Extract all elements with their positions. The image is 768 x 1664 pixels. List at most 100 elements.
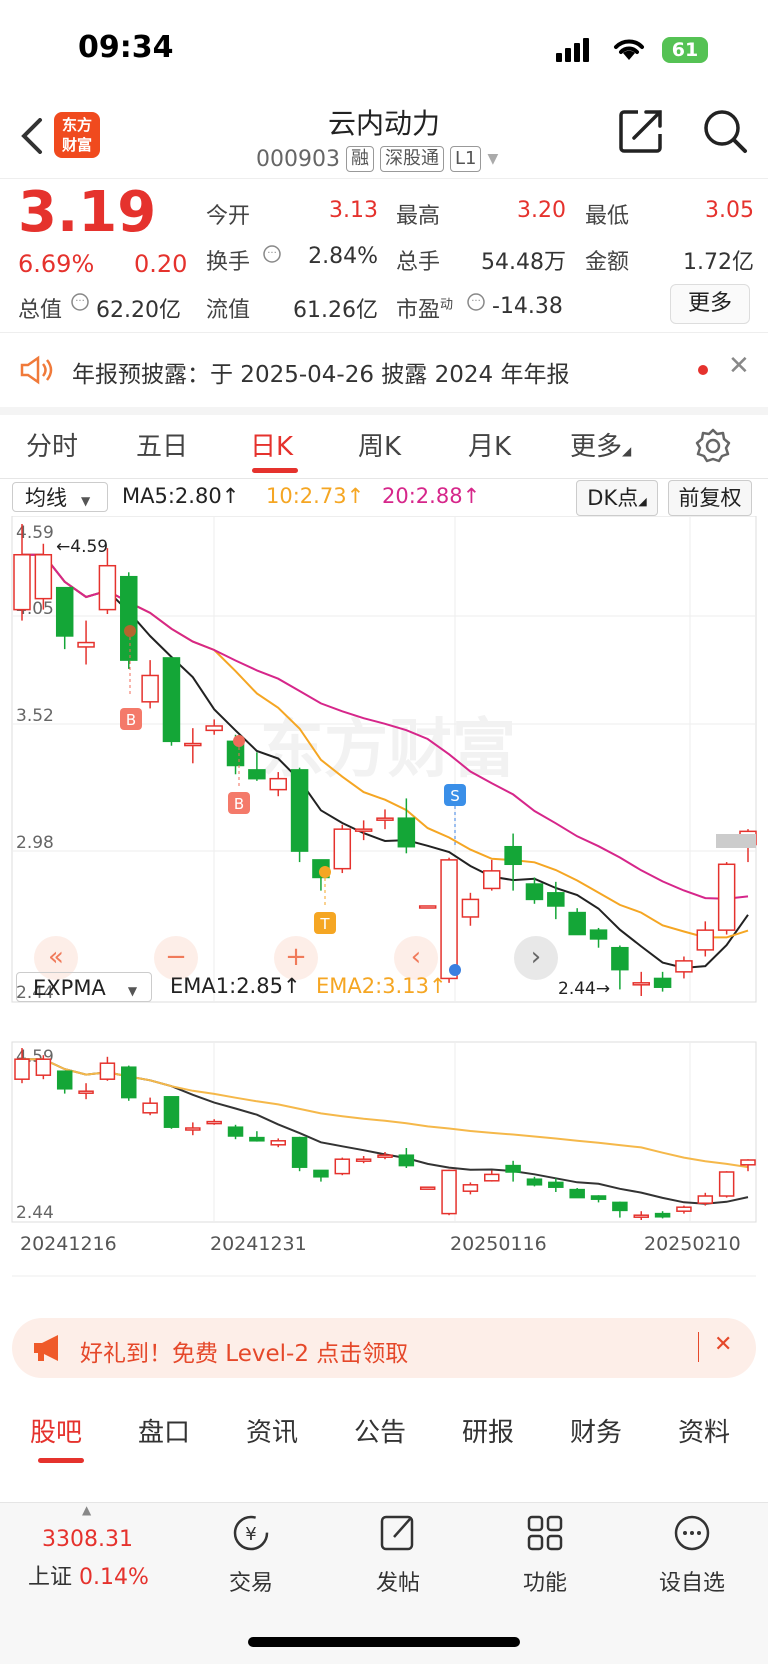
scroll-right-button[interactable]: › [514, 936, 558, 980]
tab-guba[interactable]: 股吧 [30, 1412, 82, 1449]
candle-body [633, 1214, 649, 1218]
sub-y-bottom: 2.44 [16, 1203, 54, 1223]
candle-body [718, 1171, 735, 1197]
info-dots-icon[interactable]: ··· [70, 292, 90, 312]
tab-daily-k[interactable]: 日K [250, 426, 293, 463]
promo-banner[interactable]: 好礼到！免费 Level-2 点击领取 ✕ [12, 1318, 756, 1378]
current-price: 3.19 [18, 180, 157, 245]
nav-watchlist[interactable]: 设自选 [637, 1513, 747, 1597]
svg-text:T: T [319, 915, 330, 933]
tab-weekly-k[interactable]: 周K [358, 426, 401, 463]
candle-body [611, 946, 629, 971]
info-dots-icon[interactable]: ··· [466, 292, 486, 312]
tab-monthly-k[interactable]: 月K [468, 426, 511, 463]
mktcap-label: 总值 [18, 298, 63, 323]
candle-body [525, 883, 544, 901]
candle-body [205, 725, 223, 732]
candle-body [249, 1136, 265, 1142]
candle-body [270, 1140, 286, 1146]
nav-functions[interactable]: 功能 [490, 1513, 600, 1597]
x-date-4: 20250210 [644, 1233, 741, 1255]
close-icon[interactable]: ✕ [714, 1332, 732, 1357]
sub-indicator-select[interactable]: EXPMA ▼ [16, 972, 152, 1002]
stock-code-row[interactable]: 000903 融 深股通 L1 ▼ [256, 146, 498, 172]
candle-body [56, 1070, 73, 1090]
turnover-label: 换手 [206, 250, 251, 275]
tab-finance[interactable]: 财务 [570, 1412, 622, 1449]
tab-research[interactable]: 研报 [462, 1412, 514, 1449]
open-label: 今开 [206, 204, 251, 229]
notice-bar[interactable]: 年报预披露：于 2025-04-26 披露 2024 年年报 ✕ [0, 335, 768, 415]
candle-body [98, 564, 117, 611]
candle-body [248, 769, 266, 780]
svg-text:¥: ¥ [245, 1524, 256, 1545]
candle-body [290, 769, 309, 852]
candle-body [269, 777, 287, 791]
kline-svg[interactable]: 东方财富 4.59 4.05 3.52 2.98 2.44 ←4.59 2.44… [0, 516, 768, 1308]
amount-label: 金额 [585, 250, 630, 275]
candle-body [55, 586, 74, 637]
candle-body [505, 1164, 521, 1173]
candle-body [376, 817, 394, 821]
nav-post[interactable]: 发帖 [343, 1513, 453, 1597]
dk-point-button[interactable]: DK点◢ [576, 480, 658, 516]
high-value: 3.20 [517, 198, 566, 223]
status-bar: 09:34 61 [0, 0, 768, 90]
adjust-button[interactable]: 前复权 [668, 480, 752, 516]
candle-body [462, 1184, 479, 1192]
candle-body [35, 1058, 52, 1076]
mktcap-value: 62.20亿 [96, 298, 181, 323]
more-button[interactable]: 更多 [670, 284, 750, 324]
tab-orderbook[interactable]: 盘口 [138, 1412, 190, 1449]
svg-text:B: B [126, 711, 136, 729]
candle-body [569, 1188, 585, 1199]
ema2-value: EMA2:3.13↑ [316, 974, 447, 998]
tab-active-indicator [252, 468, 298, 473]
candle-body [547, 892, 565, 907]
nav-trade[interactable]: ¥ 交易 [196, 1513, 306, 1597]
y-tick-3: 3.52 [16, 706, 54, 726]
candle-body [548, 1181, 564, 1188]
stock-code: 000903 [256, 146, 340, 172]
x-date-1: 20241216 [20, 1233, 117, 1255]
x-date-2: 20241231 [210, 1233, 307, 1255]
grid-icon [527, 1515, 563, 1551]
x-date-3: 20250116 [450, 1233, 547, 1255]
candle-body [418, 905, 437, 909]
candle-body [120, 575, 138, 661]
close-icon[interactable]: ✕ [728, 351, 750, 381]
tab-news[interactable]: 资讯 [246, 1412, 298, 1449]
candle-body [504, 845, 522, 866]
candle-body [441, 1169, 457, 1215]
search-icon[interactable] [702, 108, 748, 154]
tab-profile[interactable]: 资料 [678, 1412, 730, 1449]
tag-margin: 融 [345, 146, 374, 172]
candle-body [568, 911, 586, 936]
candle-body [612, 1201, 628, 1212]
content-tabs: 股吧 盘口 资讯 公告 研报 财务 资料 [0, 1398, 768, 1463]
candle-body [141, 674, 159, 703]
svg-text:···: ··· [471, 296, 481, 307]
candle-body [99, 1062, 116, 1080]
indicator-select[interactable]: 均线 ▼ [12, 482, 108, 512]
share-icon[interactable] [618, 108, 664, 154]
kline-chart-area: 均线 ▼ MA5:2.80↑ 10:2.73↑ 20:2.88↑ DK点◢ 前复权… [0, 478, 768, 1308]
tab-more[interactable]: 更多◢ [570, 426, 631, 463]
svg-text:···: ··· [75, 296, 85, 307]
candle-body [484, 1173, 500, 1182]
index-value[interactable]: 3308.31 [42, 1527, 133, 1552]
notice-text: 年报预披露：于 2025-04-26 披露 2024 年年报 [72, 362, 570, 388]
speaker-icon [20, 355, 53, 385]
high-label: 最高 [396, 204, 441, 229]
info-dots-icon[interactable]: ··· [262, 244, 282, 264]
candle-body [184, 742, 202, 747]
tab-five-day[interactable]: 五日 [136, 426, 188, 463]
tab-intraday[interactable]: 分时 [26, 426, 78, 463]
tab-announcement[interactable]: 公告 [354, 1412, 406, 1449]
home-indicator [248, 1637, 520, 1647]
ema1-value: EMA1:2.85↑ [170, 974, 301, 998]
gear-icon[interactable] [695, 428, 731, 464]
promo-text: 好礼到！免费 Level-2 点击领取 [80, 1341, 409, 1367]
edit-icon [380, 1515, 414, 1551]
unread-dot [698, 365, 708, 375]
